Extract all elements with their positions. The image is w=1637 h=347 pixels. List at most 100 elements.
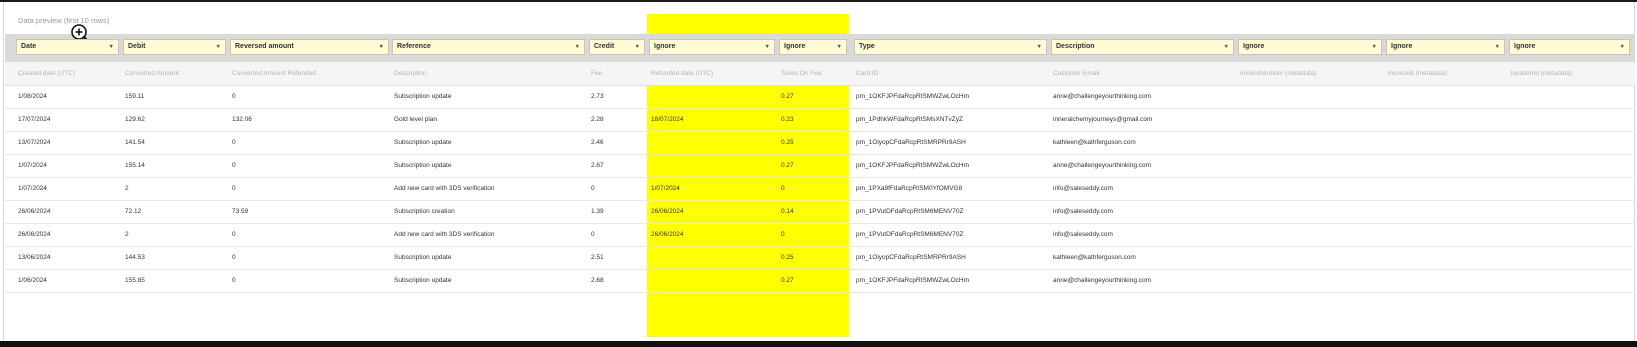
chevron-down-icon: ▼ <box>1494 44 1500 50</box>
table-row: 1/07/2024 155.14 0 Subscription update 2.67 0… <box>5 154 1635 178</box>
source-column-header: Taxes On Fee <box>781 70 822 77</box>
source-column-header: Converted Amount <box>125 70 179 77</box>
column-mapping-label: Reversed amount <box>235 43 294 50</box>
column-mapping-select-12[interactable]: Ignore ▼ <box>1509 39 1630 55</box>
table-cell: 2 <box>125 185 129 192</box>
table-cell: 2.73 <box>591 93 604 100</box>
table-cell: kathleen@kathferguson.com <box>1053 139 1136 146</box>
column-mapping-select-11[interactable]: Ignore ▼ <box>1386 39 1505 55</box>
source-column-header: Card ID <box>856 70 879 77</box>
panel-left-border <box>3 2 4 341</box>
source-column-header: invoiceNumber (metadata) <box>1240 70 1317 77</box>
column-mapping-label: Ignore <box>1243 43 1265 50</box>
table-cell: info@salesеddy.com <box>1053 185 1113 192</box>
table-cell: 0.23 <box>781 116 794 123</box>
table-cell: Subscription update <box>394 93 452 100</box>
column-mapping-select-10[interactable]: Ignore ▼ <box>1238 39 1382 55</box>
table-row: 1/07/2024 2 0 Add new card with 3DS verific… <box>5 177 1635 201</box>
table-cell: 2 <box>125 231 129 238</box>
table-cell: 17/07/2024 <box>18 116 51 123</box>
table-cell: 159.11 <box>125 93 145 100</box>
table-cell: 26/06/2024 <box>18 208 51 215</box>
table-cell: 26/06/2024 <box>651 231 684 238</box>
column-mapping-select-6[interactable]: Ignore ▼ <box>649 39 775 55</box>
table-cell: 144.53 <box>125 254 145 261</box>
table-cell: 0 <box>232 162 236 169</box>
chevron-down-icon: ▼ <box>1036 44 1042 50</box>
table-cell: 2.28 <box>591 116 604 123</box>
table-cell: 0 <box>591 185 595 192</box>
chevron-down-icon: ▼ <box>764 44 770 50</box>
table-cell: 1/07/2024 <box>18 185 47 192</box>
table-cell: 155.14 <box>125 162 145 169</box>
table-cell: inneralchemyjourneys@gmail.com <box>1053 116 1153 123</box>
table-cell: 2.67 <box>591 162 604 169</box>
table-cell: 13/06/2024 <box>18 254 51 261</box>
table-cell: Subscription update <box>394 162 452 169</box>
table-cell: Add new card with 3DS verification <box>394 231 495 238</box>
column-mapping-select-3[interactable]: Reversed amount ▼ <box>230 39 389 55</box>
column-mapping-select-1[interactable]: Date ▼ <box>16 39 119 55</box>
chevron-down-icon: ▼ <box>215 44 221 50</box>
source-column-header: Customer Email <box>1053 70 1100 77</box>
column-mapping-select-7[interactable]: Ignore ▼ <box>779 39 847 55</box>
table-cell: 155.85 <box>125 277 145 284</box>
table-cell: 0.27 <box>781 93 794 100</box>
column-mapping-label: Type <box>859 43 875 50</box>
source-column-header: locationId (metadata) <box>1511 70 1573 77</box>
table-cell: kathleen@kathferguson.com <box>1053 254 1136 261</box>
preview-title: Data preview (first 10 rows) <box>18 16 110 25</box>
table-cell: anne@challengeyourthinking.com <box>1053 277 1152 284</box>
table-cell: pm_1OKFJPFdaRcpRtSMWZwLOcHm <box>856 277 970 284</box>
source-column-header: Created date (UTC) <box>18 70 76 77</box>
table-cell: 0 <box>232 185 236 192</box>
window-top-border <box>0 0 1637 2</box>
table-cell: 1/08/2024 <box>18 93 47 100</box>
table-cell: info@salesеddy.com <box>1053 208 1113 215</box>
column-mapping-select-5[interactable]: Credit ▼ <box>589 39 645 55</box>
table-cell: 26/06/2024 <box>18 231 51 238</box>
table-cell: 0 <box>232 231 236 238</box>
column-mapping-label: Ignore <box>784 43 806 50</box>
table-cell: 0.27 <box>781 162 794 169</box>
table-cell: 0.27 <box>781 277 794 284</box>
table-cell: Add new card with 3DS verification <box>394 185 495 192</box>
table-cell: 1/07/2024 <box>18 162 47 169</box>
table-cell: 0.25 <box>781 254 794 261</box>
chevron-down-icon: ▼ <box>108 44 114 50</box>
column-mapping-select-9[interactable]: Description ▼ <box>1051 39 1234 55</box>
column-mapping-select-2[interactable]: Debit ▼ <box>123 39 226 55</box>
table-cell: 0 <box>591 231 595 238</box>
table-cell: 141.54 <box>125 139 145 146</box>
column-mapping-select-4[interactable]: Reference ▼ <box>392 39 585 55</box>
table-cell: 2.46 <box>591 139 604 146</box>
table-cell: Subscription update <box>394 254 452 261</box>
source-column-header: Converted Amount Refunded <box>232 70 316 77</box>
table-cell: 0 <box>232 254 236 261</box>
table-cell: 73.59 <box>232 208 249 215</box>
table-cell: 0 <box>781 231 785 238</box>
source-column-header: Description <box>394 70 427 77</box>
column-mapping-label: Date <box>21 43 37 50</box>
table-cell: 13/07/2024 <box>18 139 51 146</box>
table-cell: 132.06 <box>232 116 252 123</box>
table-cell: info@salesеddy.com <box>1053 231 1113 238</box>
source-column-header: Refunded date (UTC) <box>651 70 714 77</box>
source-column-header: Fee <box>591 70 603 77</box>
table-cell: 0 <box>232 277 236 284</box>
chevron-down-icon: ▼ <box>574 44 580 50</box>
table-cell: 18/07/2024 <box>651 116 684 123</box>
column-mapping-label: Ignore <box>1514 43 1536 50</box>
table-cell: pm_1OKFJPFdaRcpRtSMWZwLOcHm <box>856 93 970 100</box>
table-cell: 129.62 <box>125 116 145 123</box>
table-row: 17/07/2024 129.62 132.06 Gold level plan 2.2… <box>5 108 1635 132</box>
table-cell: 26/06/2024 <box>651 208 684 215</box>
column-mapping-select-8[interactable]: Type ▼ <box>854 39 1047 55</box>
column-mapping-label: Description <box>1056 43 1095 50</box>
chevron-down-icon: ▼ <box>836 44 842 50</box>
table-cell: pm_1PVutDFdaRcpRtSM6MENV70Z <box>856 231 964 238</box>
window-bottom-border <box>0 341 1637 347</box>
table-cell: Subscription update <box>394 139 452 146</box>
table-cell: 1/07/2024 <box>651 185 680 192</box>
table-cell: 0 <box>232 93 236 100</box>
